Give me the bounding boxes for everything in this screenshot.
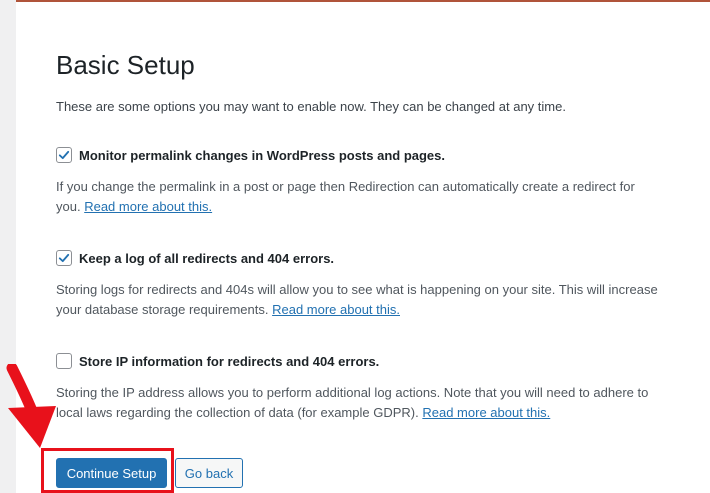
page-title: Basic Setup (56, 50, 195, 80)
option-description-text: local laws regarding the collection of d… (56, 405, 419, 420)
option-description: Storing logs for redirects and 404s will… (56, 280, 676, 320)
option-description-text: Storing the IP address allows you to per… (56, 385, 649, 400)
check-icon (58, 150, 70, 160)
arrow-down-icon (6, 364, 56, 448)
read-more-link[interactable]: Read more about this. (84, 199, 212, 214)
option-label: Monitor permalink changes in WordPress p… (79, 147, 446, 163)
check-icon (58, 253, 70, 263)
option-label: Store IP information for redirects and 4… (79, 353, 380, 369)
option-monitor-permalinks: Monitor permalink changes in WordPress p… (56, 147, 676, 217)
option-description-text: you. (56, 199, 81, 214)
keep-log-checkbox[interactable] (56, 250, 72, 266)
option-description: If you change the permalink in a post or… (56, 177, 676, 217)
intro-text: These are some options you may want to e… (56, 99, 566, 114)
monitor-permalinks-checkbox[interactable] (56, 147, 72, 163)
option-store-ip: Store IP information for redirects and 4… (56, 353, 676, 423)
read-more-link[interactable]: Read more about this. (422, 405, 550, 420)
option-description: Storing the IP address allows you to per… (56, 383, 676, 423)
highlight-box (41, 448, 174, 493)
setup-panel: Basic Setup These are some options you m… (16, 0, 710, 493)
option-label: Keep a log of all redirects and 404 erro… (79, 250, 335, 266)
option-keep-log: Keep a log of all redirects and 404 erro… (56, 250, 676, 320)
option-description-text: Storing logs for redirects and 404s will… (56, 282, 658, 297)
option-description-text: your database storage requirements. (56, 302, 269, 317)
read-more-link[interactable]: Read more about this. (272, 302, 400, 317)
option-description-text: If you change the permalink in a post or… (56, 179, 635, 194)
go-back-button[interactable]: Go back (175, 458, 243, 488)
